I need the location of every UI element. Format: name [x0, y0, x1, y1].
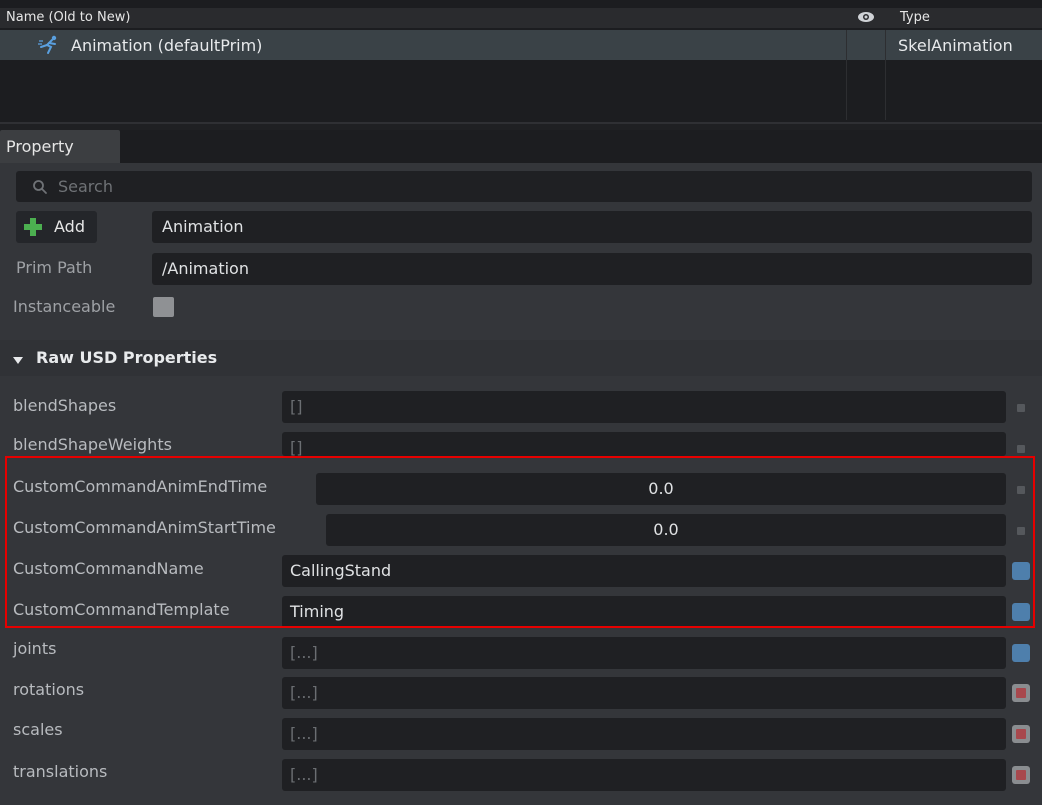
stage-tree-header: Name (Old to New) Type	[0, 8, 1042, 28]
property-name: translations	[13, 762, 108, 781]
raw-usd-properties-header[interactable]: Raw USD Properties	[0, 340, 1042, 376]
time-sampled-icon[interactable]	[1012, 725, 1030, 743]
tab-property[interactable]: Property	[0, 130, 120, 163]
stage-tree: Name (Old to New) Type Animation (defaul…	[0, 0, 1042, 124]
property-value: [...]	[290, 724, 318, 743]
property-name: blendShapes	[13, 396, 117, 415]
column-header-type[interactable]: Type	[900, 10, 930, 25]
property-value-field[interactable]: [...]	[282, 718, 1006, 750]
time-sampled-icon[interactable]	[1012, 766, 1030, 784]
property-value-field[interactable]: [...]	[282, 637, 1006, 669]
property-value: [...]	[290, 765, 318, 784]
column-divider	[885, 30, 886, 120]
highlight-box	[5, 456, 1035, 628]
prim-path-field[interactable]: /Animation	[152, 253, 1032, 285]
collapse-triangle-icon	[12, 351, 24, 364]
property-value: [...]	[290, 683, 318, 702]
default-value-icon[interactable]	[1017, 445, 1025, 453]
property-name: blendShapeWeights	[13, 435, 172, 454]
prim-path-value: /Animation	[162, 259, 249, 278]
property-name: rotations	[13, 680, 85, 699]
property-name: joints	[13, 639, 57, 658]
eye-icon[interactable]	[856, 9, 876, 25]
property-value-field[interactable]: [...]	[282, 677, 1006, 709]
search-input[interactable]: Search	[16, 171, 1032, 202]
instanceable-checkbox[interactable]	[153, 297, 174, 317]
prim-path-label: Prim Path	[16, 258, 93, 277]
property-value-field[interactable]: []	[282, 432, 1006, 457]
add-button-label: Add	[54, 217, 85, 236]
section-title: Raw USD Properties	[36, 348, 218, 367]
instanceable-label: Instanceable	[13, 297, 116, 316]
property-name: scales	[13, 720, 63, 739]
prim-name: Animation (defaultPrim)	[71, 36, 263, 55]
search-icon	[32, 179, 48, 195]
default-value-icon[interactable]	[1017, 404, 1025, 412]
column-divider	[846, 30, 847, 120]
prim-name-field[interactable]: Animation	[152, 211, 1032, 243]
tab-property-label: Property	[6, 137, 74, 156]
search-placeholder: Search	[58, 177, 113, 196]
skel-animation-icon	[38, 35, 60, 55]
column-header-name[interactable]: Name (Old to New)	[6, 10, 130, 25]
property-tabbar: Property	[0, 130, 1042, 163]
prim-name-value: Animation	[162, 217, 244, 236]
authored-value-icon[interactable]	[1012, 644, 1030, 662]
property-value: [...]	[290, 643, 318, 662]
time-sampled-icon[interactable]	[1012, 684, 1030, 702]
property-value: []	[290, 438, 303, 457]
property-value: []	[290, 397, 303, 416]
plus-icon	[23, 217, 43, 237]
property-value-field[interactable]: []	[282, 391, 1006, 423]
add-button[interactable]: Add	[16, 211, 97, 243]
prim-type: SkelAnimation	[898, 36, 1013, 55]
property-value-field[interactable]: [...]	[282, 759, 1006, 791]
